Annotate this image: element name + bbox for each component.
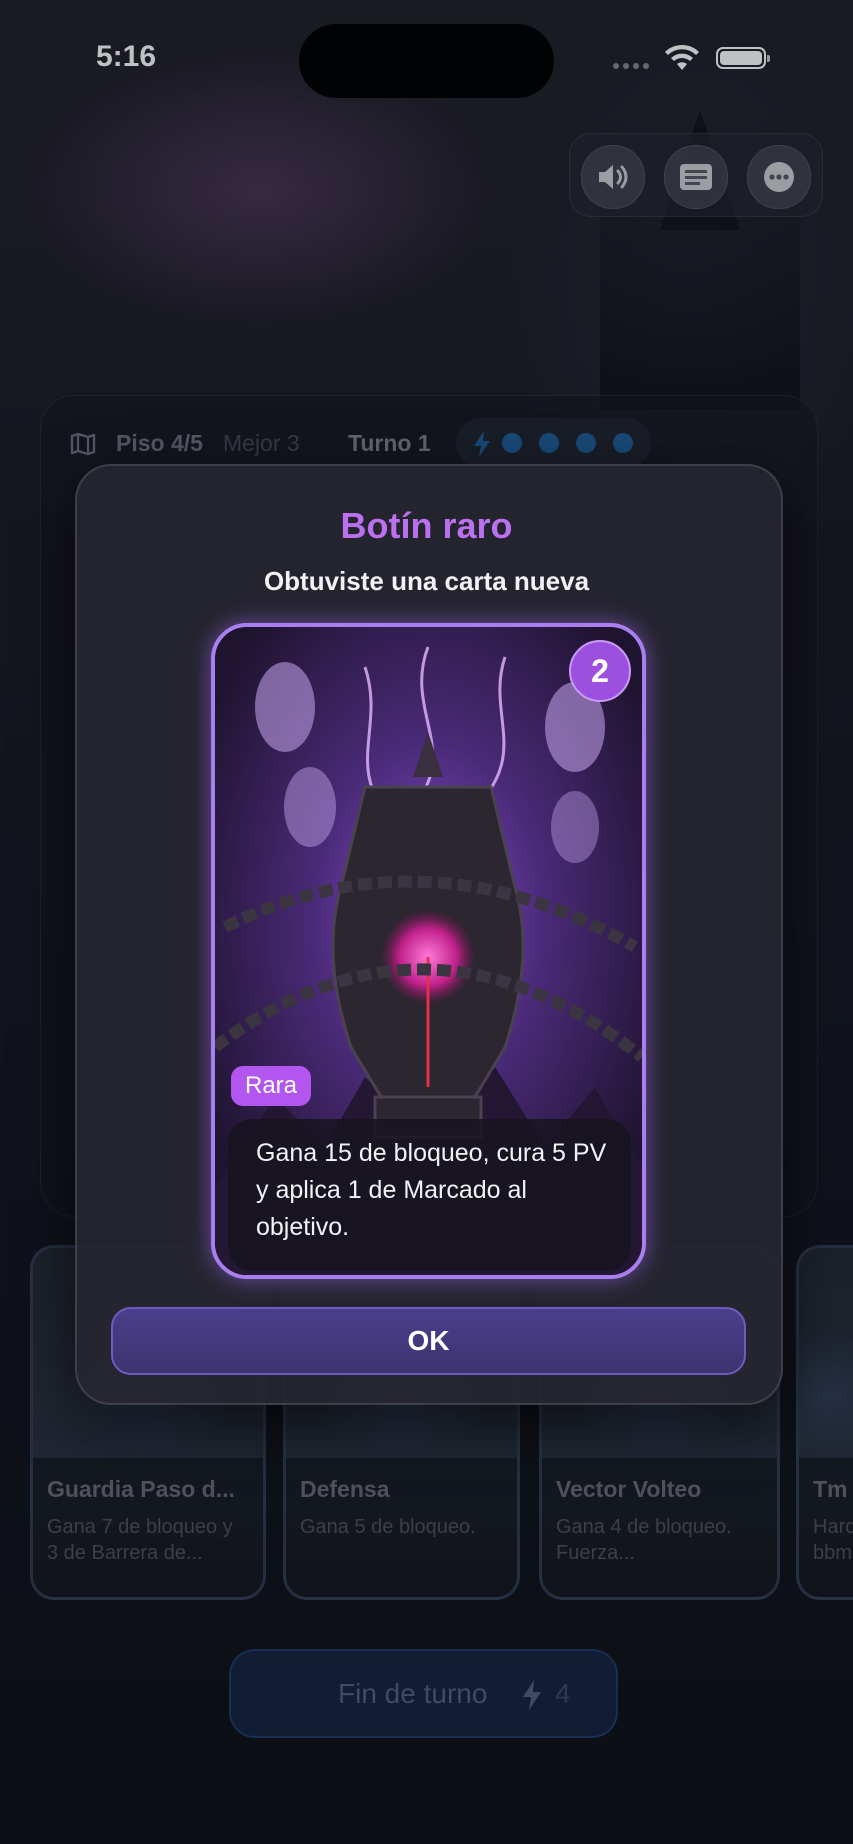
ok-button[interactable]: OK: [111, 1307, 746, 1375]
modal-title: Botín raro: [340, 505, 513, 546]
rarity-badge: Rara: [231, 1066, 312, 1106]
card-description: Gana 15 de bloqueo, cura 5 PV y aplica 1…: [228, 1119, 631, 1271]
modal-subtitle: Obtuviste una carta nueva: [263, 566, 590, 596]
card-cost-badge: 2: [569, 640, 631, 702]
